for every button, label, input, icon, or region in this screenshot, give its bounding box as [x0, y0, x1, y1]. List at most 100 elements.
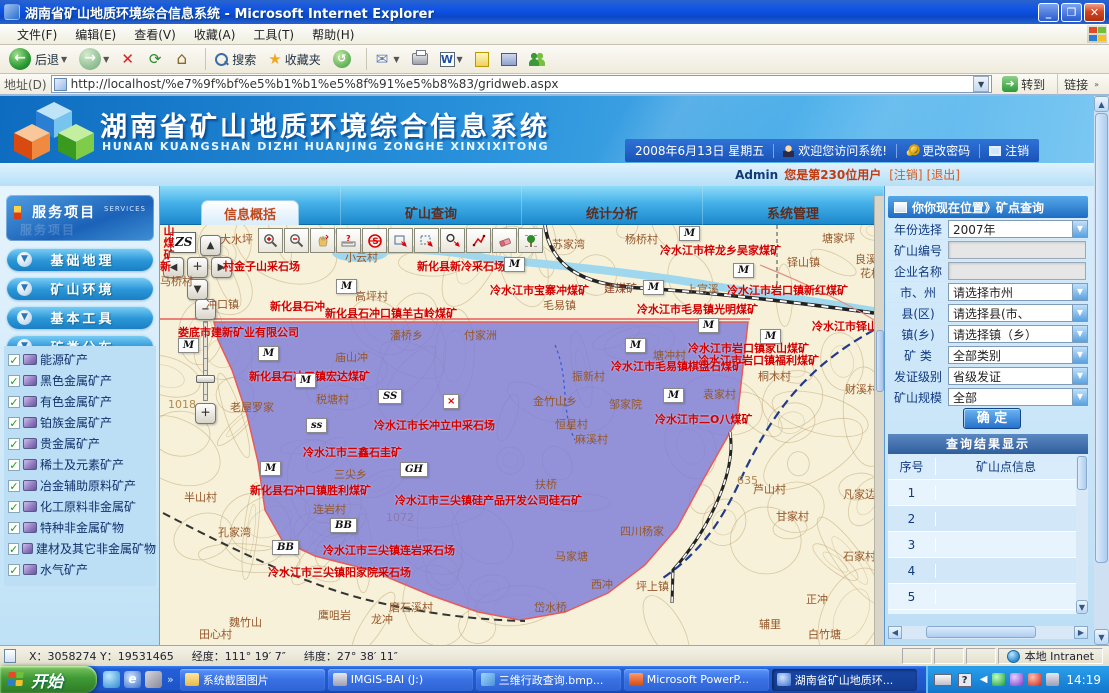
tab-0[interactable]: 信息概括	[201, 200, 299, 225]
zoom-out-tool-button[interactable]	[284, 228, 309, 253]
show-desktop-icon[interactable]	[103, 671, 120, 688]
zoom-in-slider-button[interactable]: ＋	[195, 403, 216, 424]
refresh-button[interactable]: ⟳	[146, 49, 168, 69]
mail-button[interactable]: ✉▼	[373, 49, 403, 69]
map-marker[interactable]: M	[663, 388, 684, 403]
map-marker[interactable]: M	[643, 280, 664, 295]
media-quicklaunch-icon[interactable]	[145, 671, 162, 688]
layer-checkbox[interactable]: ✓	[8, 501, 20, 513]
layer-row-7[interactable]: ✓化工原料非金属矿	[8, 496, 156, 517]
map-marker[interactable]: BB	[330, 518, 357, 533]
tab-2[interactable]: 统计分析	[564, 200, 660, 225]
url-input[interactable]: http://localhost/%e7%9f%bf%e5%b1%b1%e5%8…	[51, 75, 992, 93]
back-button[interactable]: ← 后退▼	[6, 47, 70, 71]
field-input-1[interactable]	[948, 241, 1086, 259]
layer-row-9[interactable]: ✓建材及其它非金属矿物	[8, 538, 156, 559]
map-marker[interactable]: BB	[272, 540, 299, 555]
history-button[interactable]: ↺	[330, 49, 354, 69]
field-input-2[interactable]	[948, 262, 1086, 280]
layer-checkbox[interactable]: ✓	[8, 354, 20, 366]
page-scrollbar-thumb[interactable]	[1095, 113, 1108, 563]
forward-button[interactable]: →▼	[76, 47, 112, 71]
word-edit-button[interactable]: W▼	[437, 51, 466, 68]
menu-item-1[interactable]: 编辑(E)	[66, 24, 125, 45]
change-password-link[interactable]: 更改密码	[922, 142, 970, 159]
research-button[interactable]	[498, 52, 520, 67]
antivirus-tray-icon[interactable]	[992, 673, 1005, 686]
page-scroll-up-button[interactable]: ▲	[1094, 96, 1109, 112]
sidebar-button-0[interactable]: ▼基础地理	[7, 248, 153, 271]
messenger-button[interactable]	[526, 51, 548, 67]
field-select-4[interactable]: 请选择县(市、▼	[948, 304, 1088, 322]
field-select-8[interactable]: 全部▼	[948, 388, 1088, 406]
map-marker[interactable]: GH	[400, 462, 428, 477]
identify-tool-button[interactable]	[440, 228, 465, 253]
menu-item-2[interactable]: 查看(V)	[125, 24, 185, 45]
zoom-slider-handle[interactable]	[196, 375, 215, 383]
page-scrollbar[interactable]: ▲ ▼	[1094, 96, 1109, 645]
layer-row-8[interactable]: ✓特种非金属矿物	[8, 517, 156, 538]
sidebar-button-1[interactable]: ▼矿山环境	[7, 277, 153, 300]
layer-checkbox[interactable]: ✓	[8, 564, 20, 576]
display-tray-icon[interactable]	[1046, 673, 1059, 686]
quicklaunch-overflow-icon[interactable]: »	[167, 673, 174, 686]
layer-checkbox[interactable]: ✓	[8, 459, 20, 471]
field-select-5[interactable]: 请选择镇（乡）▼	[948, 325, 1088, 343]
map-marker[interactable]: ss	[306, 418, 327, 433]
draw-line-tool-button[interactable]	[466, 228, 491, 253]
pan-tool-button[interactable]	[310, 228, 335, 253]
field-select-0[interactable]: 2007年▼	[948, 220, 1088, 238]
layer-row-0[interactable]: ✓能源矿产	[8, 349, 156, 370]
close-marker-button[interactable]: ×	[443, 394, 459, 409]
map-canvas[interactable]: ?S ZS ▲ ◀ ＋ ▶ ▼ − ＋ 山煤矿新村金子山采石场新化县新冷采石场冷…	[160, 225, 874, 645]
close-button[interactable]: ✕	[1084, 3, 1105, 22]
start-button[interactable]: 开始	[0, 666, 97, 693]
layer-checkbox[interactable]: ✓	[8, 543, 19, 555]
menu-item-3[interactable]: 收藏(A)	[185, 24, 245, 45]
table-row-1[interactable]: 1	[888, 480, 1076, 506]
field-select-3[interactable]: 请选择市州▼	[948, 283, 1088, 301]
map-marker[interactable]: M	[698, 318, 719, 333]
menu-item-4[interactable]: 工具(T)	[244, 24, 303, 45]
security-tray-icon[interactable]	[1028, 673, 1041, 686]
layer-row-3[interactable]: ✓铂族金属矿产	[8, 412, 156, 433]
map-marker[interactable]: M	[295, 373, 316, 388]
taskbar-task-0[interactable]: 系统截图图片	[180, 669, 325, 691]
page-scroll-down-button[interactable]: ▼	[1094, 629, 1109, 645]
userbar-logout-link[interactable]: [注销]	[889, 166, 922, 183]
layer-checkbox[interactable]: ✓	[8, 417, 20, 429]
clear-select-tool-button[interactable]	[414, 228, 439, 253]
results-horizontal-scrollbar[interactable]: ◀ ▶	[888, 626, 1088, 639]
results-scroll-left-button[interactable]: ◀	[888, 626, 902, 639]
go-button[interactable]: ➜ 转到	[996, 76, 1051, 93]
taskbar-task-3[interactable]: Microsoft PowerP...	[624, 669, 769, 691]
layer-row-4[interactable]: ✓贵金属矿产	[8, 433, 156, 454]
layer-checkbox[interactable]: ✓	[8, 375, 20, 387]
table-row-5[interactable]: 5	[888, 584, 1076, 610]
table-row-2[interactable]: 2	[888, 506, 1076, 532]
sidebar-button-2[interactable]: ▼基本工具	[7, 306, 153, 329]
userbar-exit-link[interactable]: [退出]	[927, 166, 960, 183]
map-marker[interactable]: M	[336, 279, 357, 294]
results-scroll-down-button[interactable]: ▼	[1076, 600, 1088, 614]
stop-button[interactable]: ✕	[118, 49, 140, 69]
layer-checkbox[interactable]: ✓	[8, 522, 20, 534]
layer-row-2[interactable]: ✓有色金属矿产	[8, 391, 156, 412]
map-marker[interactable]: M	[625, 338, 646, 353]
legend-tree-tool-button[interactable]	[518, 228, 543, 253]
map-marker[interactable]: M	[258, 346, 279, 361]
home-button[interactable]: ⌂	[173, 48, 193, 70]
map-marker[interactable]: M	[260, 461, 281, 476]
map-marker[interactable]: M	[679, 226, 700, 241]
layer-row-5[interactable]: ✓稀土及元素矿产	[8, 454, 156, 475]
links-label[interactable]: 链接	[1064, 76, 1088, 93]
layer-checkbox[interactable]: ✓	[8, 438, 20, 450]
results-scroll-right-button[interactable]: ▶	[1074, 626, 1088, 639]
table-row-4[interactable]: 4	[888, 558, 1076, 584]
taskbar-task-4[interactable]: 湖南省矿山地质环...	[772, 669, 917, 691]
layer-row-1[interactable]: ✓黑色金属矿产	[8, 370, 156, 391]
taskbar-task-2[interactable]: 三维行政查询.bmp...	[476, 669, 621, 691]
print-button[interactable]	[409, 52, 431, 66]
layer-row-6[interactable]: ✓冶金辅助原料矿产	[8, 475, 156, 496]
menu-item-5[interactable]: 帮助(H)	[303, 24, 363, 45]
